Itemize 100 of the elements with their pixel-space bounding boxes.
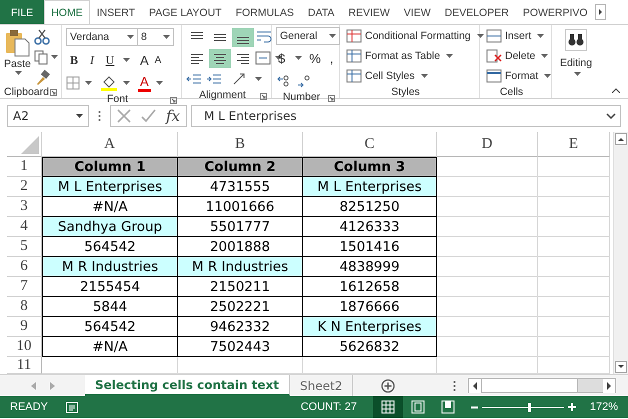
dialog-launcher-icon[interactable]	[260, 93, 267, 100]
table-cell[interactable]: 2001888	[178, 237, 303, 257]
font-size-field[interactable]: 8	[138, 28, 174, 46]
horizontal-scrollbar[interactable]	[468, 378, 616, 393]
ribbon-tab[interactable]: VIEW	[396, 0, 438, 24]
expand-icon[interactable]	[606, 113, 616, 119]
zoom-out-icon[interactable]	[470, 404, 478, 410]
align-center-button[interactable]	[209, 48, 231, 68]
ribbon-tab[interactable]: PAGE LAYOUT	[142, 0, 229, 24]
name-box[interactable]: A2	[7, 105, 89, 127]
fill-color-icon[interactable]	[100, 75, 118, 91]
table-cell[interactable]: 4838999	[303, 257, 437, 277]
italic-button[interactable]: I	[84, 51, 100, 69]
currency-button[interactable]: $	[276, 49, 288, 67]
table-cell[interactable]: Sandhya Group	[42, 217, 178, 237]
scroll-tabs-button[interactable]	[594, 4, 606, 20]
table-cell[interactable]: 2502221	[178, 297, 303, 317]
row-header[interactable]: 10	[7, 337, 42, 357]
caret-icon[interactable]	[537, 34, 544, 38]
file-tab[interactable]: FILE	[0, 0, 44, 24]
table-cell[interactable]: M L Enterprises	[303, 177, 437, 197]
caret-icon[interactable]	[156, 81, 163, 85]
borders-icon[interactable]	[66, 76, 80, 90]
decrease-decimal-icon[interactable]	[296, 74, 312, 88]
table-cell[interactable]: 4731555	[178, 177, 303, 197]
table-cell[interactable]: 5501777	[178, 217, 303, 237]
row-header[interactable]: 8	[7, 297, 42, 317]
table-cell[interactable]: #N/A	[42, 337, 178, 357]
caret-icon[interactable]	[544, 74, 552, 78]
font-name-field[interactable]: Verdana	[66, 28, 138, 46]
increase-indent-icon[interactable]	[206, 73, 222, 85]
table-cell[interactable]: M L Enterprises	[42, 177, 178, 197]
scroll-up-icon[interactable]	[614, 132, 628, 146]
table-cell[interactable]: 2155454	[42, 277, 178, 297]
enter-check-icon[interactable]	[141, 109, 156, 123]
table-cell[interactable]: K N Enterprises	[303, 317, 437, 337]
caret-icon[interactable]	[163, 35, 170, 39]
row-header[interactable]: 7	[7, 277, 42, 297]
dialog-launcher-icon[interactable]	[50, 89, 57, 96]
zoom-level[interactable]: 172%	[590, 401, 618, 413]
insert-function-button[interactable]: fx	[166, 107, 180, 125]
table-cell[interactable]: M R Industries	[42, 257, 178, 277]
underline-button[interactable]: U	[102, 51, 118, 69]
table-cell[interactable]: 8251250	[303, 197, 437, 217]
caret-icon[interactable]	[85, 81, 92, 85]
ribbon-tab[interactable]: FORMULAS	[228, 0, 301, 24]
caret-icon[interactable]	[76, 114, 83, 118]
table-cell[interactable]: #N/A	[42, 197, 178, 217]
table-cell[interactable]: Column 1	[42, 157, 178, 177]
column-header[interactable]: B	[178, 132, 303, 157]
row-header[interactable]: 11	[7, 357, 42, 374]
scroll-right-icon[interactable]	[603, 378, 615, 392]
caret-icon[interactable]	[295, 56, 302, 60]
scissors-icon[interactable]	[34, 29, 50, 45]
ribbon-tab[interactable]: REVIEW	[341, 0, 397, 24]
dialog-launcher-icon[interactable]	[170, 97, 177, 104]
caret-icon[interactable]	[476, 34, 484, 38]
caret-icon[interactable]	[574, 72, 581, 76]
formula-field[interactable]: M L Enterprises	[191, 105, 621, 127]
caret-icon[interactable]	[123, 58, 130, 62]
row-header[interactable]: 1	[7, 157, 42, 177]
wrap-text-icon[interactable]	[255, 29, 273, 45]
caret-icon[interactable]	[50, 55, 58, 59]
table-cell[interactable]: 564542	[42, 317, 178, 337]
decrease-indent-icon[interactable]	[186, 73, 202, 85]
insert-cells-button[interactable]: Insert	[484, 27, 554, 45]
styles-menu-button[interactable]: Format as Table	[344, 47, 486, 65]
table-cell[interactable]: 11001666	[178, 197, 303, 217]
merge-cells-icon[interactable]	[255, 51, 271, 65]
row-header[interactable]: 9	[7, 317, 42, 337]
row-header[interactable]: 3	[7, 197, 42, 217]
scrollbar-thumb[interactable]	[481, 379, 578, 392]
table-cell[interactable]: 5626832	[303, 337, 437, 357]
table-cell[interactable]: 4126333	[303, 217, 437, 237]
delete-cells-button[interactable]: Delete	[484, 47, 554, 65]
normal-view-button[interactable]	[372, 396, 403, 418]
number-format-field[interactable]: General	[276, 27, 340, 45]
row-header[interactable]: 4	[7, 217, 42, 237]
add-sheet-icon[interactable]	[381, 378, 396, 392]
caret-icon[interactable]	[420, 74, 428, 78]
ribbon-tab[interactable]: HOME	[44, 0, 90, 24]
bold-button[interactable]: B	[66, 51, 82, 69]
font-color-button[interactable]: A	[138, 74, 151, 92]
table-cell[interactable]: 564542	[42, 237, 178, 257]
styles-menu-button[interactable]: Cell Styles	[344, 67, 486, 85]
ribbon-tab[interactable]: DATA	[300, 0, 342, 24]
styles-menu-button[interactable]: Conditional Formatting	[344, 27, 486, 45]
table-cell[interactable]: Column 2	[178, 157, 303, 177]
caret-icon[interactable]	[541, 54, 548, 58]
vertical-scrollbar[interactable]	[613, 132, 628, 374]
table-cell[interactable]: 1612658	[303, 277, 437, 297]
align-bottom-button[interactable]	[232, 28, 254, 46]
copy-icon[interactable]	[34, 50, 48, 64]
macro-record-icon[interactable]	[66, 402, 78, 412]
scroll-down-icon[interactable]	[614, 360, 628, 374]
table-cell[interactable]: 9462332	[178, 317, 303, 337]
table-cell[interactable]: Column 3	[303, 157, 437, 177]
editing-button[interactable]: Editing	[556, 29, 596, 76]
table-cell[interactable]: 1876666	[303, 297, 437, 317]
scroll-left-icon[interactable]	[469, 378, 482, 392]
